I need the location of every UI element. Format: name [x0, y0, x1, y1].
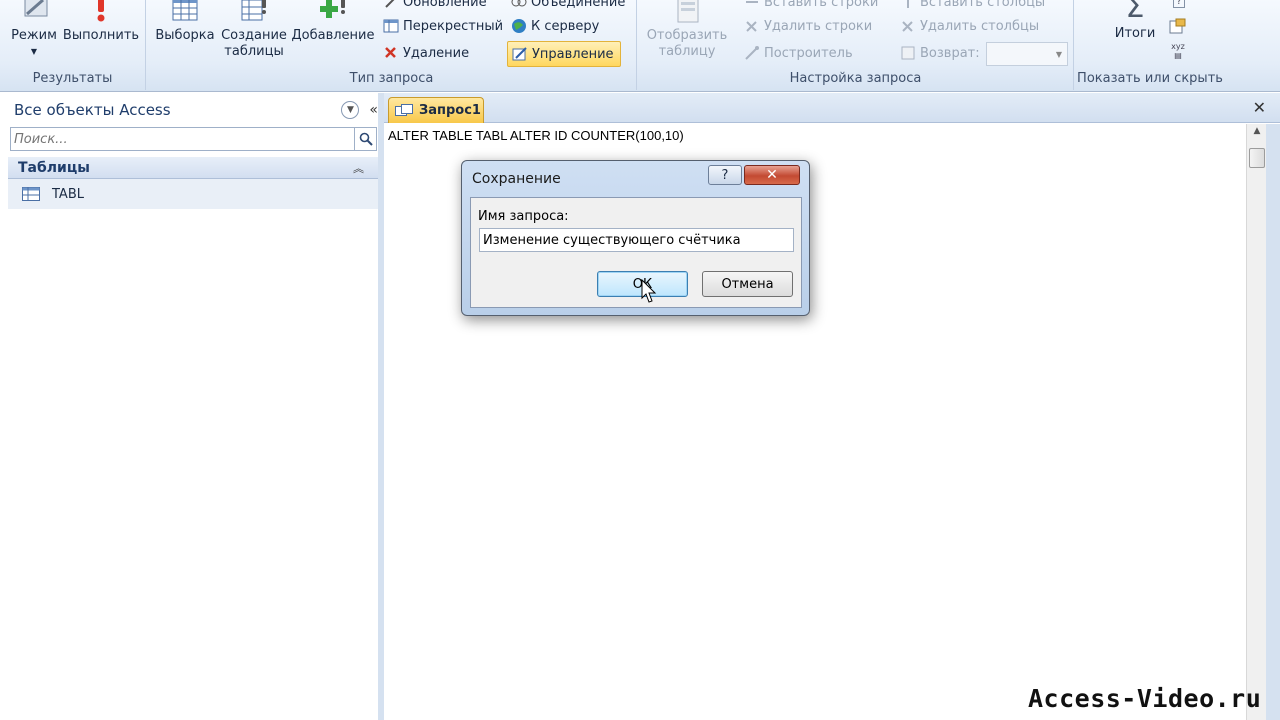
- append-icon: [316, 0, 350, 26]
- return-label: Возврат:: [900, 43, 980, 63]
- data-definition-icon: [512, 46, 528, 62]
- show-hide-group: Σ Итоги ? xyz ▤ Показать или скрыть: [1075, 0, 1225, 90]
- globe-icon: [511, 18, 527, 34]
- query-type-group: Выборка Создание таблицы Добавление Обно…: [147, 0, 637, 90]
- scroll-thumb[interactable]: [1249, 148, 1265, 168]
- chevron-down-icon: ▼: [1055, 50, 1062, 59]
- query-setup-group: Отобразить таблицу Вставить строки Удали…: [638, 0, 1074, 90]
- document-tab-bar: Запрос1: [384, 93, 1280, 123]
- sigma-icon: Σ: [1125, 0, 1145, 25]
- crosstab-query-button[interactable]: Перекрестный: [383, 16, 503, 36]
- nav-item-label: TABL: [52, 186, 84, 202]
- run-button[interactable]: Выполнить: [62, 0, 140, 44]
- show-table-button[interactable]: Отобразить таблицу: [644, 0, 730, 60]
- append-query-button[interactable]: Добавление: [291, 0, 375, 44]
- insert-columns-icon: [900, 0, 916, 10]
- design-view-icon: [17, 0, 51, 26]
- search-input[interactable]: [10, 127, 355, 151]
- tab-query1[interactable]: Запрос1: [388, 97, 484, 123]
- nav-section-tables[interactable]: Таблицы ︽: [8, 157, 378, 179]
- pass-through-button[interactable]: К серверу: [511, 16, 599, 36]
- nav-title: Все объекты Access: [14, 101, 171, 119]
- update-icon: [383, 0, 399, 10]
- chevron-up-double-icon[interactable]: ︽: [353, 160, 364, 176]
- select-query-icon: [168, 0, 202, 26]
- help-button[interactable]: ?: [708, 165, 742, 185]
- show-table-icon: [670, 0, 704, 26]
- make-table-button[interactable]: Создание таблицы: [219, 0, 289, 60]
- query-icon: [395, 103, 413, 118]
- return-icon: [900, 45, 916, 61]
- tab-label: Запрос1: [419, 103, 481, 118]
- insert-columns-button[interactable]: Вставить столбцы: [900, 0, 1045, 12]
- query-setup-group-label: Настройка запроса: [789, 71, 922, 86]
- scroll-up-icon[interactable]: ▲: [1247, 126, 1267, 144]
- query-name-input[interactable]: [479, 228, 794, 252]
- show-hide-group-label: Показать или скрыть: [1077, 71, 1223, 86]
- table-names-icon[interactable]: xyz ▤: [1169, 42, 1187, 60]
- property-sheet-icon[interactable]: [1169, 18, 1187, 34]
- dialog-title: Сохранение: [472, 171, 561, 187]
- union-query-button[interactable]: Объединение: [511, 0, 625, 12]
- delete-rows-button[interactable]: Удалить строки: [744, 16, 872, 36]
- query-type-group-label: Тип запроса: [349, 71, 434, 86]
- watermark: Access-Video.ru: [1028, 684, 1262, 713]
- search-icon[interactable]: [355, 127, 377, 151]
- results-group-label: Результаты: [32, 71, 113, 86]
- nav-section-label: Таблицы: [18, 159, 90, 176]
- builder-button[interactable]: Построитель: [744, 43, 853, 63]
- delete-icon: [383, 45, 399, 61]
- cancel-button[interactable]: Отмена: [702, 271, 793, 297]
- delete-columns-button[interactable]: Удалить столбцы: [900, 16, 1039, 36]
- make-table-icon: [237, 0, 271, 26]
- query-name-label: Имя запроса:: [478, 209, 569, 224]
- ribbon: Режим ▼ Выполнить Результаты Выборка Соз…: [0, 0, 1280, 92]
- delete-rows-icon: [744, 18, 760, 34]
- dialog-body: Имя запроса: ОК Отмена: [470, 197, 802, 308]
- question-icon: ?: [721, 167, 729, 183]
- union-icon: [511, 0, 527, 10]
- insert-rows-button[interactable]: Вставить строки: [744, 0, 878, 12]
- builder-icon: [744, 45, 760, 61]
- delete-columns-icon: [900, 18, 916, 34]
- crosstab-icon: [383, 18, 399, 34]
- return-select[interactable]: ▼: [986, 42, 1068, 66]
- save-dialog: Сохранение ? ✕ Имя запроса: ОК Отмена: [461, 160, 810, 316]
- nav-menu-dropdown-icon[interactable]: ▼: [341, 101, 360, 119]
- mode-button[interactable]: Режим ▼: [6, 0, 62, 60]
- close-icon: ✕: [766, 167, 778, 183]
- window-edge: [1266, 124, 1280, 720]
- insert-rows-icon: [744, 0, 760, 10]
- exclamation-icon: [84, 0, 118, 26]
- mouse-cursor-icon: [641, 278, 657, 305]
- data-definition-button[interactable]: Управление: [507, 41, 621, 67]
- nav-item-table[interactable]: TABL: [8, 179, 378, 209]
- nav-header[interactable]: Все объекты Access ▼ «: [6, 97, 378, 123]
- collapse-pane-icon[interactable]: «: [369, 102, 378, 118]
- parameters-icon[interactable]: ?: [1173, 0, 1185, 8]
- select-query-button[interactable]: Выборка: [153, 0, 217, 44]
- totals-button[interactable]: Σ Итоги: [1109, 0, 1161, 42]
- sql-text: ALTER TABLE TABL ALTER ID COUNTER(100,10…: [388, 128, 684, 143]
- vertical-scrollbar[interactable]: ▲: [1246, 124, 1266, 720]
- results-group: Режим ▼ Выполнить Результаты: [0, 0, 146, 90]
- chevron-down-icon: ▼: [30, 47, 38, 56]
- delete-query-button[interactable]: Удаление: [383, 43, 469, 63]
- navigation-pane: Все объекты Access ▼ « Таблицы ︽ TABL: [0, 93, 384, 720]
- update-query-button[interactable]: Обновление: [383, 0, 487, 12]
- close-button[interactable]: ✕: [744, 165, 800, 185]
- table-icon: [22, 187, 40, 201]
- close-document-icon[interactable]: ✕: [1253, 98, 1266, 117]
